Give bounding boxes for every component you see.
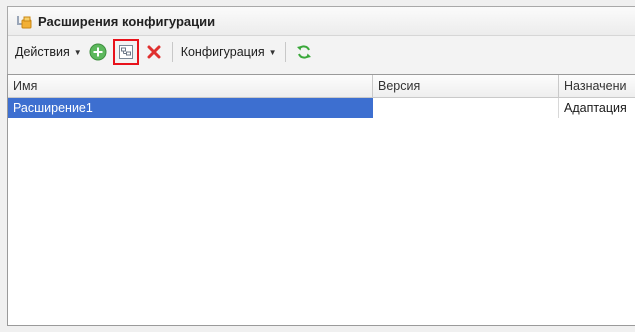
- extensions-table[interactable]: Имя Версия Назначени Расширение1 Адаптац…: [7, 74, 635, 326]
- window-title: Расширения конфигурации: [38, 14, 216, 29]
- add-button[interactable]: [87, 41, 109, 63]
- toolbar: Действия ▼ Конфигурация ▼: [8, 36, 635, 68]
- delete-x-icon: [147, 45, 161, 59]
- column-header-purpose[interactable]: Назначени: [559, 75, 635, 97]
- copy-button[interactable]: [112, 39, 139, 65]
- refresh-icon: [296, 45, 311, 59]
- table-row[interactable]: Расширение1 Адаптация: [8, 98, 635, 118]
- column-header-version[interactable]: Версия: [373, 75, 559, 97]
- delete-button[interactable]: [143, 41, 165, 63]
- actions-menu-label: Действия: [15, 45, 70, 59]
- toolbar-separator: [284, 42, 286, 62]
- cell-name[interactable]: Расширение1: [8, 98, 373, 118]
- configuration-extensions-icon: [16, 14, 34, 30]
- column-header-name[interactable]: Имя: [8, 75, 373, 97]
- cell-version[interactable]: [373, 98, 559, 118]
- chevron-down-icon: ▼: [268, 47, 277, 57]
- configuration-menu-label: Конфигурация: [180, 45, 265, 59]
- refresh-button[interactable]: [293, 41, 315, 63]
- copy-list-icon: [118, 45, 133, 59]
- add-icon: [89, 43, 107, 61]
- cell-purpose[interactable]: Адаптация: [559, 98, 635, 118]
- chevron-down-icon: ▼: [73, 47, 82, 57]
- table-header: Имя Версия Назначени: [8, 75, 635, 98]
- actions-menu[interactable]: Действия ▼: [12, 41, 85, 63]
- window-titlebar: Расширения конфигурации: [8, 7, 635, 36]
- toolbar-separator: [171, 42, 173, 62]
- configuration-menu[interactable]: Конфигурация ▼: [178, 41, 280, 63]
